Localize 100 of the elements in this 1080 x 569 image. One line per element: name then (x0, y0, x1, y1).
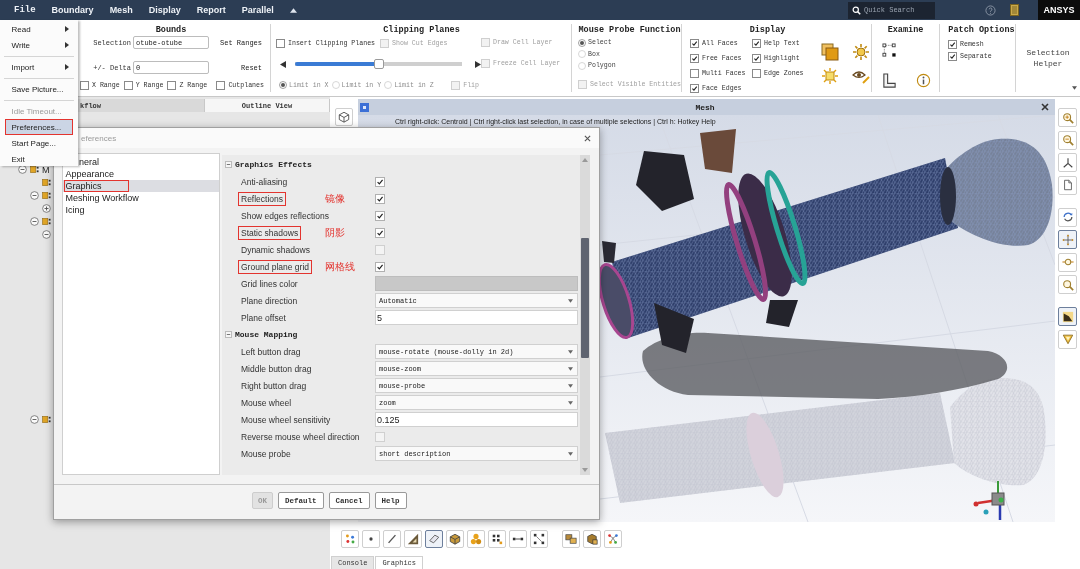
checkbox-square[interactable] (80, 80, 89, 90)
info-icon[interactable] (915, 72, 931, 88)
menu-item[interactable]: Save Picture... (5, 81, 73, 97)
magnifier-arrows-icon (1061, 256, 1074, 268)
checkbox[interactable] (375, 244, 385, 255)
overlapping-squares-icon[interactable] (820, 43, 839, 61)
setting-label: Mouse wheel (240, 396, 293, 410)
page-icon (1061, 179, 1074, 191)
checkbox[interactable] (375, 227, 385, 238)
category-item[interactable]: Graphics (63, 180, 219, 192)
help-icon[interactable] (985, 4, 996, 16)
text-field[interactable]: 5 (375, 310, 578, 325)
checkbox[interactable] (375, 431, 385, 442)
menu-item[interactable]: Parallel (233, 0, 282, 20)
close-icon[interactable] (584, 134, 591, 142)
dropdown-caret-icon[interactable] (1072, 86, 1077, 90)
scrollbar-thumb[interactable] (581, 238, 589, 358)
plus-circle-icon[interactable] (42, 204, 51, 213)
axis-triad-icon (973, 480, 1005, 520)
submenu-arrow-icon (65, 64, 69, 70)
checkbox-square[interactable] (752, 69, 761, 78)
category-label: Icing (64, 204, 86, 216)
text-field[interactable]: 0.125 (375, 412, 578, 427)
slider-right-arrow-icon[interactable] (475, 60, 481, 68)
submenu-arrow-icon (65, 26, 69, 32)
collapse-icon[interactable] (225, 331, 232, 338)
group-title: Clipping Planes (382, 24, 461, 36)
checkbox-square[interactable] (167, 80, 177, 90)
checkbox[interactable] (375, 176, 385, 187)
window-icon[interactable] (360, 102, 369, 112)
minus-circle-icon[interactable] (30, 191, 39, 200)
node-dots-icon[interactable] (881, 42, 897, 58)
group-title: Patch Options (948, 24, 1015, 36)
category-item[interactable]: Appearance (63, 168, 219, 180)
checkbox-square[interactable] (216, 80, 226, 90)
search-icon[interactable] (852, 5, 861, 15)
view-button[interactable] (335, 108, 353, 126)
checkbox-square[interactable] (948, 39, 957, 49)
dropdown-arrow-icon (568, 349, 573, 354)
minus-circle-icon[interactable] (30, 415, 39, 424)
checkbox-square[interactable] (690, 54, 699, 63)
checkbox-square[interactable] (948, 51, 957, 61)
menu-item[interactable]: Report (188, 0, 234, 20)
sun-icon[interactable] (851, 43, 870, 61)
scrollbar[interactable] (580, 155, 590, 475)
setting-label: Left button drag (240, 345, 302, 359)
annotation-note: 网格线 (325, 259, 356, 274)
square-rays-icon[interactable] (820, 67, 839, 85)
magnifier-icon (1061, 278, 1074, 291)
minus-circle-icon[interactable] (30, 217, 39, 226)
checkbox-square[interactable] (752, 39, 761, 48)
minus-circle-icon[interactable] (18, 165, 27, 174)
menu-item[interactable]: Mesh (101, 0, 141, 20)
annotation-note: 镜像 (325, 191, 346, 206)
tree-node-icon (42, 191, 51, 200)
menu-item[interactable]: Boundary (43, 0, 102, 20)
setting-label: Middle button drag (240, 362, 313, 376)
menu-item[interactable]: Display (140, 0, 189, 20)
slider-thumb[interactable] (373, 59, 384, 69)
annotation-note: 阴影 (325, 225, 346, 240)
collapse-caret-icon[interactable] (289, 7, 297, 13)
category-item[interactable]: Meshing Workflow (63, 192, 219, 204)
radio-circle[interactable] (578, 50, 586, 59)
checkbox[interactable] (375, 210, 385, 221)
menu-item[interactable]: Write (5, 37, 73, 53)
l-shape-icon[interactable] (881, 72, 897, 88)
tree-item-label[interactable]: M (42, 164, 50, 175)
checkbox-square[interactable] (690, 69, 699, 78)
checkbox-square[interactable] (690, 84, 699, 93)
zoom-out-icon (1061, 134, 1074, 146)
menu-item[interactable]: Read (5, 21, 73, 37)
checkbox[interactable] (375, 193, 385, 204)
menu-item[interactable]: Preferences... (5, 119, 73, 135)
toolbar-button[interactable] (1058, 307, 1077, 326)
dropdown-arrow-icon (568, 298, 573, 303)
color-swatch[interactable] (375, 276, 578, 291)
checkbox-square[interactable] (276, 38, 285, 48)
menu-item[interactable]: File (6, 0, 44, 20)
notebook-icon[interactable] (1010, 4, 1019, 16)
setting-label: Grid lines color (240, 277, 299, 291)
cube-icon (449, 532, 461, 545)
checkbox-square[interactable] (690, 39, 699, 48)
radio-circle[interactable] (578, 38, 586, 47)
checkbox-square[interactable] (123, 80, 133, 90)
setting-label: Mouse wheel sensitivity (240, 413, 332, 427)
radio-circle[interactable] (578, 61, 586, 70)
selection-helper-button[interactable]: Selection Helper (1019, 47, 1077, 69)
close-icon[interactable] (1041, 103, 1049, 111)
triangle-icon (407, 532, 419, 545)
menu-item[interactable]: Start Page... (5, 135, 73, 151)
checkbox-square[interactable] (752, 54, 761, 63)
checkbox[interactable] (375, 261, 385, 272)
collapse-icon[interactable] (225, 161, 232, 168)
menu-item[interactable]: Exit (5, 151, 73, 167)
menu-item[interactable]: Import (5, 59, 73, 75)
zoom-in-icon (1061, 111, 1074, 124)
minus-circle-icon[interactable] (42, 230, 51, 239)
category-item[interactable]: Icing (63, 204, 219, 216)
slider-left-arrow-icon[interactable] (280, 60, 286, 68)
tree-node-icon (42, 415, 51, 424)
